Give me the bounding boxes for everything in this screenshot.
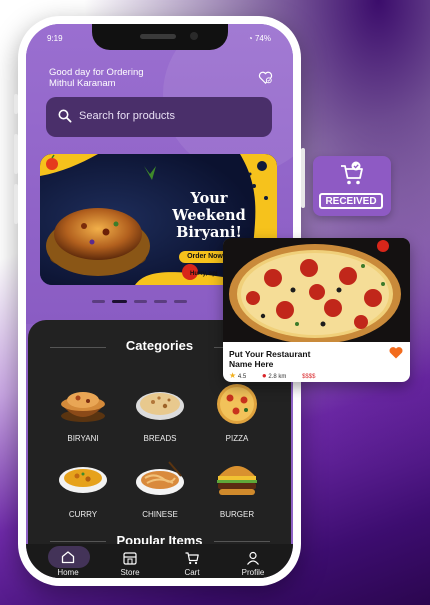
star-icon: ★ xyxy=(229,371,237,380)
search-input[interactable]: Search for products xyxy=(46,97,272,137)
restaurant-name-line2: Name Here xyxy=(229,359,274,369)
banner-title: Your Weekend Biryani! xyxy=(154,190,264,241)
favorites-heart-icon[interactable] xyxy=(258,70,273,85)
category-label: PIZZA xyxy=(225,434,249,443)
category-label: BURGER xyxy=(219,510,255,519)
nav-label: Profile xyxy=(241,568,265,577)
greeting-block: Good day for Ordering Mithul Karanam xyxy=(49,67,144,89)
category-label: BIRYANI xyxy=(67,434,99,443)
rating-value: 4.5 xyxy=(237,374,247,380)
nav-label: Store xyxy=(120,568,140,577)
nav-label: Home xyxy=(57,568,79,577)
user-name: Mithul Karanam xyxy=(49,78,116,89)
favorite-heart-icon[interactable] xyxy=(389,346,403,359)
restaurant-card[interactable]: Put Your Restaurant Name Here ★ 4.5 ● 2.… xyxy=(223,238,410,382)
restaurant-name-line1: Put Your Restaurant xyxy=(229,349,311,359)
location-pin-icon: ● xyxy=(261,371,267,380)
category-label: CHINESE xyxy=(142,510,178,519)
side-button xyxy=(14,94,18,114)
banner-title-line2: Weekend xyxy=(172,207,246,224)
carousel-dot[interactable] xyxy=(154,300,167,303)
category-label: BREADS xyxy=(143,434,177,443)
category-curry[interactable]: CURRY xyxy=(48,454,118,519)
biryani-icon xyxy=(61,392,105,422)
category-chinese[interactable]: CHINESE xyxy=(125,454,195,519)
home-icon xyxy=(61,551,75,564)
chinese-icon xyxy=(136,461,184,495)
category-burger[interactable]: BURGER xyxy=(202,454,272,519)
category-breads[interactable]: BREADS xyxy=(125,378,195,443)
pizza-icon xyxy=(217,384,257,424)
nav-cart[interactable]: Cart xyxy=(162,544,222,578)
category-pizza[interactable]: PIZZA xyxy=(202,378,272,443)
store-icon xyxy=(123,552,137,565)
burger-icon xyxy=(217,466,257,495)
volume-down-button xyxy=(14,184,18,224)
banner-tagline: Hurry, spi xyxy=(190,271,218,277)
pizza-image xyxy=(223,238,410,344)
greeting-text: Good day for Ordering xyxy=(49,67,144,78)
status-battery: ◔ 74% xyxy=(247,34,271,43)
search-icon xyxy=(58,109,72,123)
nav-label: Cart xyxy=(184,568,200,577)
carousel-dot[interactable] xyxy=(92,300,105,303)
bottom-nav: Home Store Cart Profile xyxy=(26,544,293,578)
category-biryani[interactable]: BIRYANI xyxy=(48,378,118,443)
restaurant-meta: ★ 4.5 ● 2.8 km $$$$ xyxy=(229,371,315,380)
volume-up-button xyxy=(14,134,18,174)
price-value: $$$$ xyxy=(302,374,316,380)
status-time: 9:19 xyxy=(47,34,63,43)
curry-icon xyxy=(59,467,107,493)
received-badge: RECEIVED xyxy=(313,156,391,216)
restaurant-name: Put Your Restaurant Name Here xyxy=(229,349,349,369)
carousel-dot[interactable] xyxy=(174,300,187,303)
nav-store[interactable]: Store xyxy=(100,544,160,578)
carousel-dot-active[interactable] xyxy=(112,300,127,303)
category-label: CURRY xyxy=(68,510,98,519)
power-button xyxy=(301,148,305,208)
carousel-dot[interactable] xyxy=(134,300,147,303)
received-label: RECEIVED xyxy=(319,193,383,209)
nav-home[interactable]: Home xyxy=(38,544,98,578)
banner-title-line1: Your xyxy=(190,190,228,207)
cart-check-icon xyxy=(341,161,363,185)
distance-value: 2.8 km xyxy=(268,374,287,380)
cart-icon xyxy=(185,552,199,565)
restaurant-image xyxy=(223,238,410,344)
profile-icon xyxy=(247,551,259,565)
phone-notch xyxy=(92,24,228,50)
breads-icon xyxy=(136,392,184,420)
search-placeholder: Search for products xyxy=(79,110,175,122)
signal-icon: ◔ xyxy=(247,34,255,43)
nav-profile[interactable]: Profile xyxy=(223,544,283,578)
